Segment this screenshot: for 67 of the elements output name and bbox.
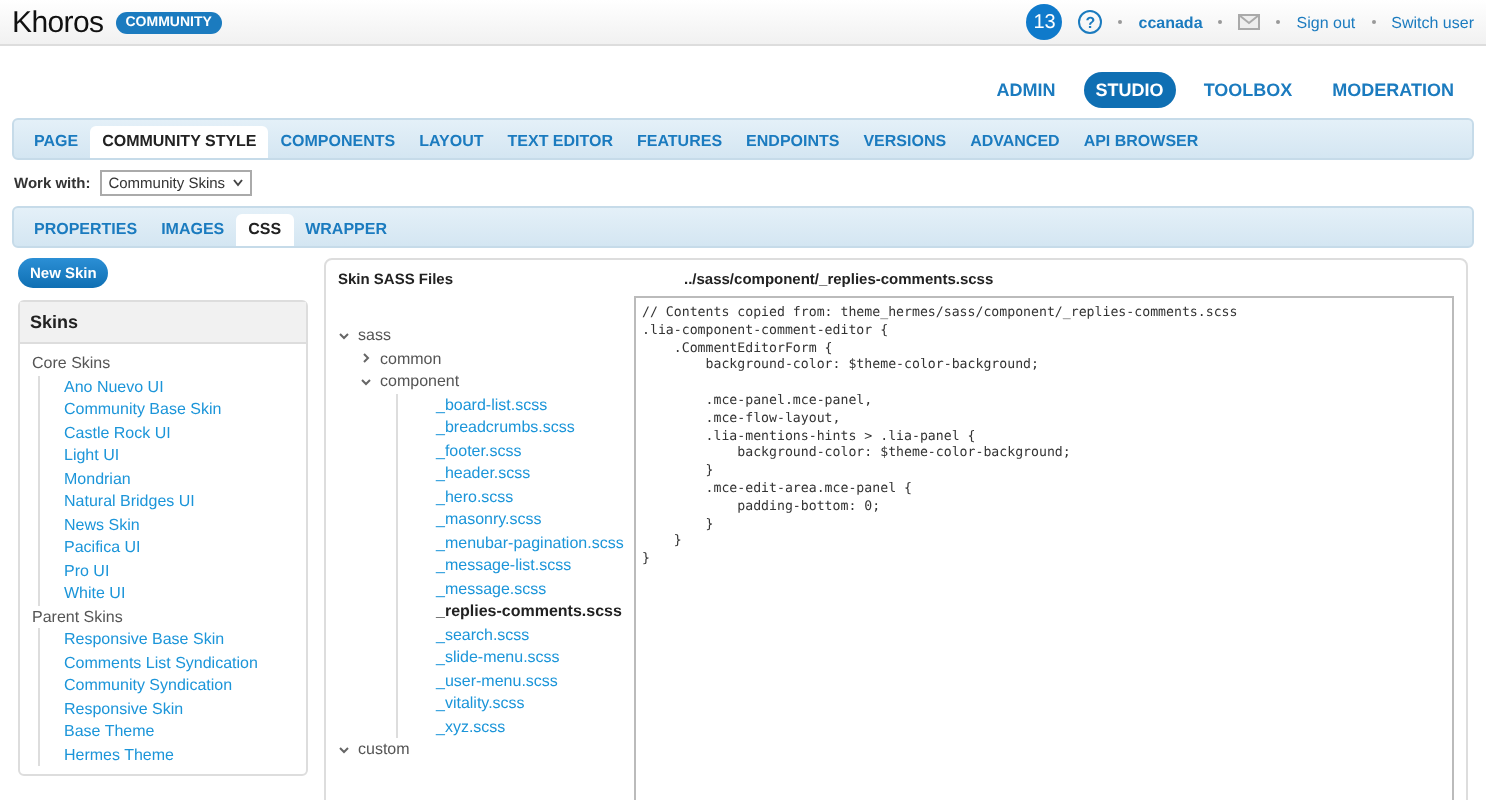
- notification-count[interactable]: 13: [1026, 4, 1063, 40]
- file-link[interactable]: _vitality.scss: [436, 692, 525, 715]
- folder-name[interactable]: custom: [358, 738, 410, 761]
- file-link[interactable]: _message-list.scss: [436, 554, 572, 577]
- skin-link[interactable]: Natural Bridges UI: [38, 490, 294, 513]
- nav-tab[interactable]: TOOLBOX: [1191, 72, 1305, 108]
- skin-link[interactable]: Pro UI: [38, 559, 294, 582]
- tab[interactable]: PROPERTIES: [22, 214, 150, 246]
- chevron-right-icon[interactable]: [360, 352, 372, 365]
- nav-tab[interactable]: STUDIO: [1083, 72, 1176, 108]
- nav-tab[interactable]: MODERATION: [1320, 72, 1466, 108]
- file-link[interactable]: _board-list.scss: [436, 393, 548, 416]
- chevron-down-icon[interactable]: [338, 743, 350, 756]
- file-link[interactable]: _xyz.scss: [436, 715, 506, 738]
- file-link[interactable]: _message.scss: [436, 577, 547, 600]
- skin-link[interactable]: Pacifica UI: [38, 536, 294, 559]
- skin-link[interactable]: Base Theme: [38, 720, 294, 743]
- file-link[interactable]: _footer.scss: [436, 439, 522, 462]
- tab[interactable]: VERSIONS: [851, 126, 959, 158]
- header-link[interactable]: Sign out: [1296, 13, 1356, 31]
- header-link[interactable]: Switch user: [1391, 13, 1474, 31]
- tab[interactable]: IMAGES: [149, 214, 237, 246]
- skin-link[interactable]: Ano Nuevo UI: [38, 375, 294, 398]
- tab[interactable]: ADVANCED: [958, 126, 1072, 158]
- folder-name[interactable]: common: [380, 347, 442, 370]
- folder-name[interactable]: sass: [358, 324, 391, 347]
- file-link[interactable]: _search.scss: [436, 623, 530, 646]
- skin-link[interactable]: News Skin: [38, 513, 294, 536]
- skin-link[interactable]: Castle Rock UI: [38, 421, 294, 444]
- file-link[interactable]: _user-menu.scss: [436, 669, 558, 692]
- nav-tab[interactable]: ADMIN: [984, 72, 1068, 108]
- file-link[interactable]: _hero.scss: [436, 485, 514, 508]
- folder-name[interactable]: component: [380, 370, 460, 393]
- tab[interactable]: ENDPOINTS: [734, 126, 852, 158]
- file-link[interactable]: _masonry.scss: [436, 508, 542, 531]
- file-link[interactable]: _menubar-pagination.scss: [436, 531, 624, 554]
- tab[interactable]: COMPONENTS: [268, 126, 408, 158]
- tab[interactable]: API BROWSER: [1071, 126, 1211, 158]
- tab[interactable]: COMMUNITY STYLE: [90, 126, 269, 158]
- skin-link[interactable]: Light UI: [38, 444, 294, 467]
- skin-link[interactable]: Community Syndication: [38, 674, 294, 697]
- group-label: Core Skins: [32, 352, 113, 375]
- file-link[interactable]: _breadcrumbs.scss: [436, 416, 575, 439]
- file-link[interactable]: _slide-menu.scss: [436, 646, 560, 669]
- tab[interactable]: CSS: [236, 214, 294, 246]
- chevron-down-icon[interactable]: [360, 375, 372, 388]
- tab[interactable]: LAYOUT: [407, 126, 496, 158]
- panel-title: Skins: [20, 302, 306, 344]
- skin-link[interactable]: Comments List Syndication: [38, 651, 294, 674]
- skin-link[interactable]: Mondrian: [38, 467, 294, 490]
- tab[interactable]: PAGE: [22, 126, 91, 158]
- group-label: Parent Skins: [32, 605, 125, 628]
- logo[interactable]: Khoros: [12, 5, 104, 39]
- file-link[interactable]: _replies-comments.scss: [436, 600, 622, 623]
- tab[interactable]: WRAPPER: [293, 214, 399, 246]
- chevron-down-icon: [231, 178, 244, 188]
- skin-link[interactable]: Responsive Base Skin: [38, 628, 294, 651]
- skin-link[interactable]: White UI: [38, 582, 294, 605]
- skin-link[interactable]: Community Base Skin: [38, 398, 294, 421]
- tab[interactable]: FEATURES: [625, 126, 735, 158]
- username-link[interactable]: ccanada: [1138, 13, 1203, 31]
- help-icon[interactable]: ?: [1078, 10, 1103, 34]
- skin-link[interactable]: Hermes Theme: [38, 743, 294, 766]
- tab[interactable]: TEXT EDITOR: [495, 126, 626, 158]
- chevron-down-icon[interactable]: [338, 329, 350, 342]
- file-link[interactable]: _header.scss: [436, 462, 531, 485]
- skin-link[interactable]: Responsive Skin: [38, 697, 294, 720]
